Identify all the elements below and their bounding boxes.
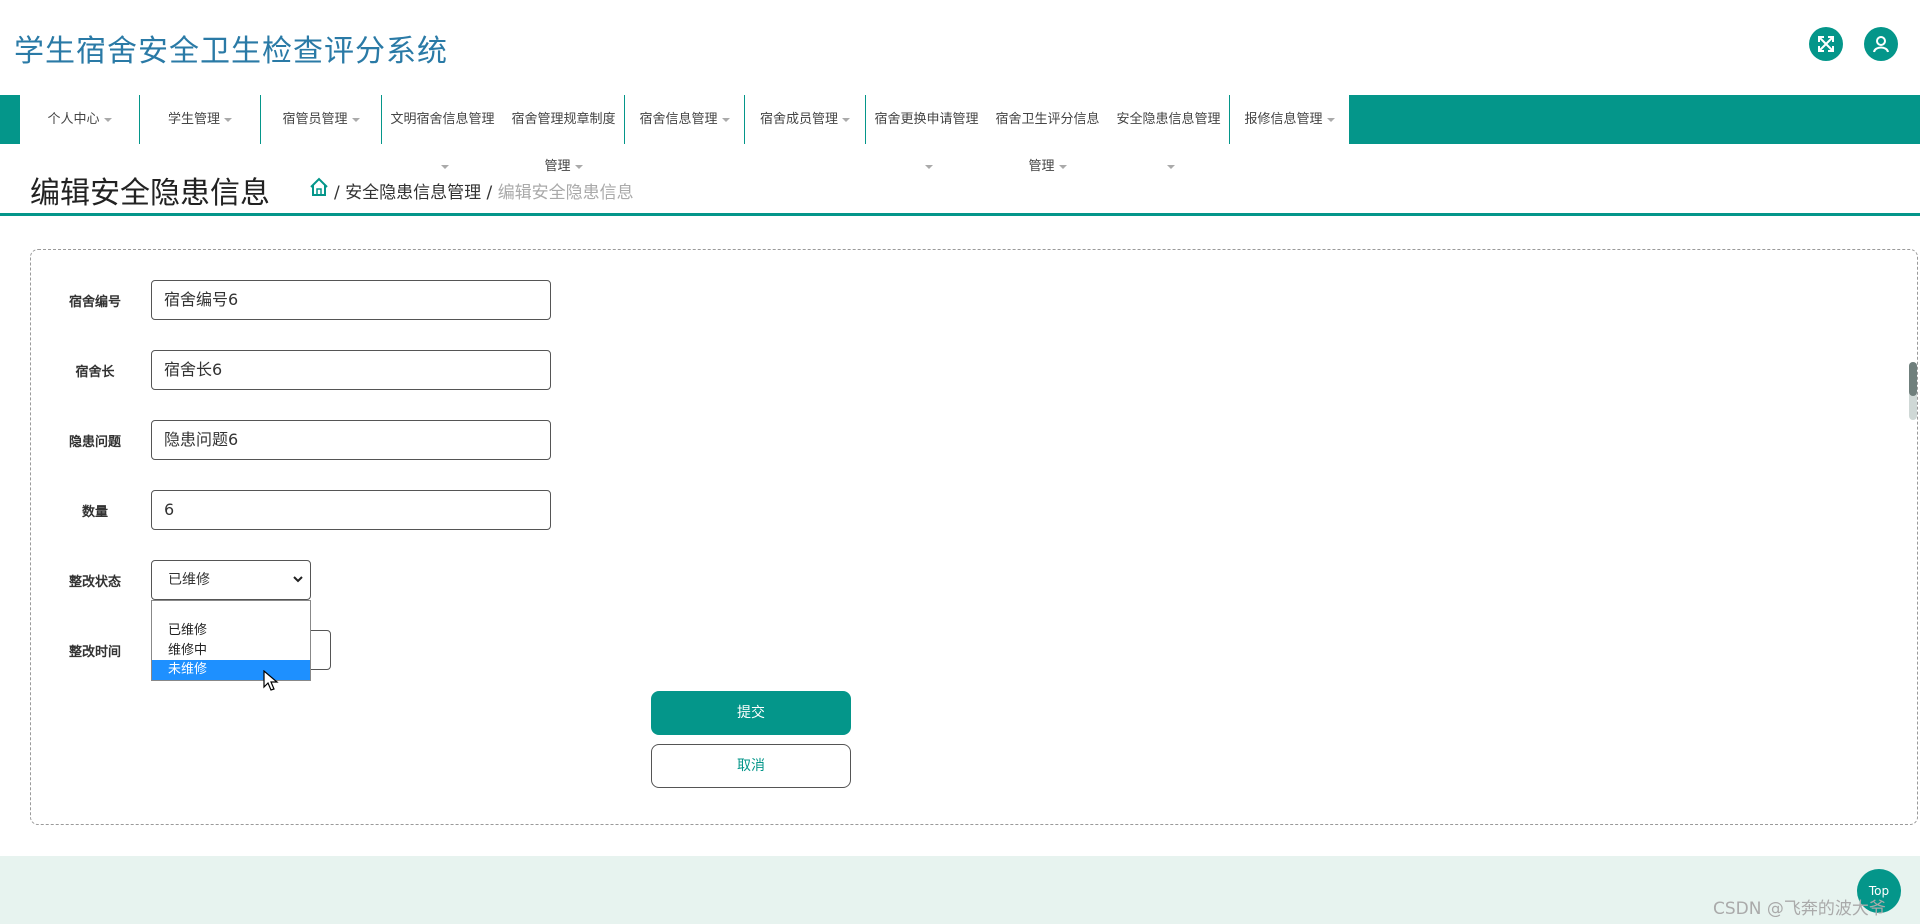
dorm-number-input[interactable]: 宿舍编号6 [151,280,551,320]
nav-item-hygiene-score[interactable]: 宿舍卫生评分信息 [987,95,1108,155]
caret-down-icon [351,117,360,122]
home-icon[interactable] [308,176,330,198]
page-scrollbar[interactable] [1909,362,1917,420]
nav-item-dorm-members[interactable]: 宿舍成员管理 [745,95,866,144]
nav-item-student-management[interactable]: 学生管理 [140,95,261,144]
fullscreen-button[interactable] [1809,27,1843,61]
nav-label: 个人中心 [47,112,100,127]
nav-item-dorm-change[interactable]: 宿舍更换申请管理 [866,95,987,155]
user-icon [1873,36,1889,53]
user-button[interactable] [1864,27,1898,61]
nav-item-dorm-rules[interactable]: 宿舍管理规章制度 [503,95,624,155]
edit-form [30,249,1918,825]
nav-label: 安全隐患信息管理 [1116,112,1221,127]
nav-item-dorm-manager[interactable]: 宿管员管理 [261,95,382,144]
rectify-status-select[interactable]: 已维修 [151,560,311,600]
nav-label: 宿舍成员管理 [759,112,838,127]
dorm-leader-input[interactable]: 宿舍长6 [151,350,551,390]
fullscreen-icon [1818,36,1834,52]
nav-label: 宿舍更换申请管理 [874,112,979,127]
nav-label: 文明宿舍信息管理 [390,112,495,127]
nav-item-repair-info[interactable]: 报修信息管理 [1229,95,1350,144]
footer [0,856,1920,924]
breadcrumb-separator: / [334,183,340,203]
mouse-cursor-icon [263,670,279,691]
dorm-number-label: 宿舍编号 [68,295,121,310]
breadcrumb-parent[interactable]: 安全隐患信息管理 [345,183,481,203]
quantity-input[interactable]: 6 [151,490,551,530]
option-repaired[interactable]: 已维修 [152,621,310,641]
breadcrumb: / 安全隐患信息管理 / 编辑安全隐患信息 [334,178,634,203]
rectify-time-label: 整改时间 [68,645,121,660]
caret-down-icon [224,117,232,122]
select-value: 已维修 [168,572,210,588]
caret-down-icon [103,117,112,122]
hazard-issue-input[interactable]: 隐患问题6 [151,420,551,460]
nav-label: 学生管理 [167,112,220,127]
option-not-repaired[interactable]: 未维修 [152,660,310,680]
nav-item-safety-hazard[interactable]: 安全隐患信息管理 [1108,95,1229,155]
nav-label: 宿舍信息管理 [639,112,718,127]
nav-item-personal-center[interactable]: 个人中心 [19,95,140,144]
page-title: 编辑安全隐患信息 [30,176,270,211]
breadcrumb-separator: / [486,183,493,203]
option-repairing[interactable]: 维修中 [152,641,310,661]
quantity-label: 数量 [81,505,108,520]
watermark: CSDN @飞奔的波大爷 [1713,899,1886,919]
nav-label: 宿管员管理 [282,112,348,127]
page-header-bar [0,152,1920,216]
nav-label: 宿舍管理规章制度 [511,112,616,127]
nav-label: 宿舍卫生评分信息 [995,112,1100,127]
nav-item-dorm-info[interactable]: 宿舍信息管理 [624,95,745,144]
nav-item-civilized-dorm[interactable]: 文明宿舍信息管理 [382,95,503,155]
hazard-issue-label: 隐患问题 [68,435,121,450]
caret-down-icon [721,117,730,122]
option-empty[interactable] [152,601,310,621]
app-title: 学生宿舍安全卫生检查评分系统 [14,34,448,69]
dorm-leader-label: 宿舍长 [75,365,115,380]
submit-button[interactable]: 提交 [651,691,851,735]
breadcrumb-current: 编辑安全隐患信息 [497,183,634,203]
chevron-down-icon [293,576,303,583]
rectify-status-options: 已维修 维修中 未维修 [151,600,311,681]
cancel-button[interactable]: 取消 [651,744,851,788]
caret-down-icon [842,117,850,122]
nav-label: 报修信息管理 [1244,112,1323,127]
caret-down-icon [1326,117,1335,122]
scrollbar-thumb[interactable] [1909,362,1917,396]
rectify-status-label: 整改状态 [68,575,121,590]
